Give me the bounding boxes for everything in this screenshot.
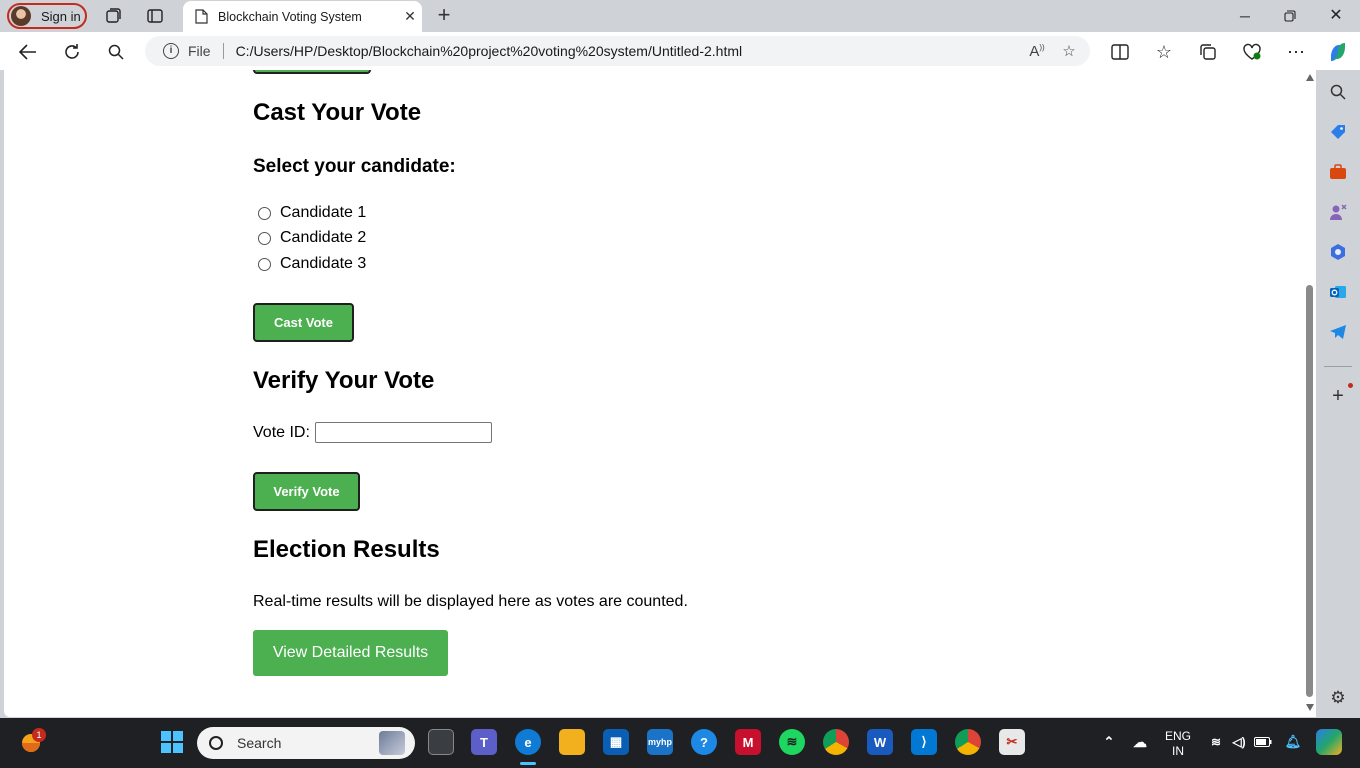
signin-label: Sign in bbox=[41, 8, 81, 24]
verify-vote-heading: Verify Your Vote bbox=[253, 367, 435, 394]
verify-vote-button[interactable]: Verify Vote bbox=[253, 472, 360, 511]
taskbar-search-box[interactable]: Search bbox=[197, 727, 415, 759]
active-app-indicator bbox=[520, 762, 536, 765]
word-icon[interactable]: W bbox=[867, 729, 893, 755]
address-bar-row: i File C:/Users/HP/Desktop/Blockchain%20… bbox=[0, 32, 1360, 70]
settings-more-icon[interactable]: ⋯ bbox=[1285, 41, 1307, 63]
games-icon[interactable] bbox=[1328, 202, 1348, 222]
get-help-icon[interactable]: ? bbox=[691, 729, 717, 755]
read-aloud-icon[interactable]: A)) bbox=[1026, 43, 1048, 60]
window-close-icon[interactable]: ✕ bbox=[1326, 6, 1346, 26]
page-viewport: Cast Your Vote Select your candidate: Ca… bbox=[4, 70, 1316, 717]
mcafee-icon[interactable]: M bbox=[735, 729, 761, 755]
url-scheme-label: File bbox=[188, 43, 224, 59]
outlook-icon[interactable] bbox=[1328, 282, 1348, 302]
onedrive-offline-icon[interactable]: ☁ bbox=[1127, 729, 1153, 755]
file-explorer-icon[interactable] bbox=[559, 729, 585, 755]
results-description: Real-time results will be displayed here… bbox=[253, 593, 688, 610]
tab-actions-icon[interactable] bbox=[145, 6, 165, 26]
info-icon[interactable]: i bbox=[163, 43, 179, 59]
language-indicator[interactable]: ENG IN bbox=[1162, 729, 1194, 759]
edge-icon[interactable]: e bbox=[515, 729, 541, 755]
page-icon bbox=[195, 9, 208, 24]
battery-icon[interactable] bbox=[1250, 729, 1276, 755]
snipping-tool-icon[interactable]: ✂ bbox=[999, 729, 1025, 755]
vote-id-input[interactable] bbox=[314, 422, 492, 443]
vote-id-label: Vote ID: bbox=[253, 423, 310, 441]
tab-close-icon[interactable]: ✕ bbox=[398, 8, 422, 25]
browser-essentials-icon[interactable] bbox=[1241, 41, 1263, 63]
collections-icon[interactable] bbox=[1197, 41, 1219, 63]
radio-button[interactable] bbox=[258, 206, 271, 220]
tools-briefcase-icon[interactable] bbox=[1328, 162, 1348, 182]
taskbar-search-label: Search bbox=[237, 735, 282, 751]
start-windows-icon[interactable] bbox=[159, 729, 185, 755]
scroll-down-arrow-icon[interactable] bbox=[1306, 704, 1314, 711]
taskbar-search-icon bbox=[209, 736, 223, 750]
tab-title: Blockchain Voting System bbox=[218, 9, 362, 24]
chrome-icon[interactable] bbox=[823, 729, 849, 755]
radio-button[interactable] bbox=[258, 231, 271, 245]
url-text[interactable]: C:/Users/HP/Desktop/Blockchain%20project… bbox=[236, 43, 1026, 59]
cast-vote-heading: Cast Your Vote bbox=[253, 99, 422, 126]
chrome-profile-icon[interactable] bbox=[955, 729, 981, 755]
election-results-heading: Election Results bbox=[253, 536, 440, 563]
radio-button[interactable] bbox=[258, 257, 271, 271]
favorite-star-icon[interactable]: ☆ bbox=[1058, 42, 1080, 60]
restore-icon[interactable] bbox=[1280, 6, 1300, 26]
select-candidate-heading: Select your candidate: bbox=[253, 156, 456, 177]
scroll-up-arrow-icon[interactable] bbox=[1306, 74, 1314, 81]
previous-section-button[interactable] bbox=[253, 70, 371, 74]
sidebar-settings-icon[interactable]: ⚙ bbox=[1328, 688, 1348, 708]
workspaces-icon[interactable] bbox=[103, 6, 123, 26]
shopping-tag-icon[interactable] bbox=[1328, 122, 1348, 142]
candidate-label: Candidate 1 bbox=[280, 204, 367, 221]
task-view-icon[interactable] bbox=[428, 729, 454, 755]
microsoft-store-icon[interactable]: ▦ bbox=[603, 729, 629, 755]
search-icon[interactable] bbox=[105, 41, 127, 63]
language-line1: ENG bbox=[1164, 729, 1191, 743]
copilot-icon[interactable] bbox=[1327, 41, 1349, 63]
sidebar-divider bbox=[1324, 366, 1352, 367]
candidate-option-1[interactable]: Candidate 1 bbox=[253, 203, 366, 223]
send-telegram-icon[interactable] bbox=[1328, 322, 1348, 342]
scroll-thumb[interactable] bbox=[1306, 285, 1313, 697]
tab-blockchain-voting[interactable]: Blockchain Voting System ✕ bbox=[183, 1, 422, 32]
widget-badge: 1 bbox=[32, 728, 46, 742]
back-icon[interactable] bbox=[17, 41, 39, 63]
sidebar-search-icon[interactable] bbox=[1328, 82, 1348, 102]
search-highlight-icon bbox=[379, 731, 405, 755]
volume-icon[interactable]: ◁) bbox=[1226, 729, 1252, 755]
split-screen-icon[interactable] bbox=[1109, 41, 1131, 63]
edge-sidebar: + ⚙ bbox=[1316, 70, 1360, 718]
minimize-icon[interactable]: ─ bbox=[1235, 6, 1255, 26]
language-line2: IN bbox=[1172, 744, 1184, 758]
microsoft-365-icon[interactable] bbox=[1328, 242, 1348, 262]
teams-icon[interactable]: T bbox=[471, 729, 497, 755]
notification-dot bbox=[1348, 383, 1353, 388]
copilot-taskbar-icon[interactable] bbox=[1316, 729, 1342, 755]
notification-bell-icon[interactable]: 🔔︎ bbox=[1280, 729, 1306, 755]
vote-id-row: Vote ID: bbox=[253, 422, 492, 443]
candidate-option-3[interactable]: Candidate 3 bbox=[253, 254, 366, 274]
add-sidebar-app-icon[interactable]: + bbox=[1328, 385, 1348, 407]
candidate-option-2[interactable]: Candidate 2 bbox=[253, 228, 366, 248]
windows-taskbar: 1 Search T e ▦ myhp ? M ≋ W ⟩ ✂ ⌃ ☁ ENG … bbox=[0, 718, 1360, 768]
tab-strip: Sign in Blockchain Voting System ✕ + ─ ✕ bbox=[0, 0, 1360, 32]
myhp-icon[interactable]: myhp bbox=[647, 729, 673, 755]
vscode-icon[interactable]: ⟩ bbox=[911, 729, 937, 755]
show-hidden-icons-icon[interactable]: ⌃ bbox=[1096, 729, 1122, 755]
view-detailed-results-button[interactable]: View Detailed Results bbox=[253, 630, 448, 676]
signin-button[interactable]: Sign in bbox=[7, 3, 87, 29]
candidate-label: Candidate 3 bbox=[280, 255, 367, 272]
spotify-icon[interactable]: ≋ bbox=[779, 729, 805, 755]
address-bar[interactable]: i File C:/Users/HP/Desktop/Blockchain%20… bbox=[145, 36, 1090, 66]
refresh-icon[interactable] bbox=[61, 41, 83, 63]
vertical-scrollbar[interactable] bbox=[1304, 70, 1316, 717]
candidate-label: Candidate 2 bbox=[280, 229, 367, 246]
cast-vote-button[interactable]: Cast Vote bbox=[253, 303, 354, 342]
profile-avatar bbox=[11, 6, 31, 26]
new-tab-icon[interactable]: + bbox=[433, 4, 455, 26]
favorites-icon[interactable]: ☆ bbox=[1153, 41, 1175, 63]
